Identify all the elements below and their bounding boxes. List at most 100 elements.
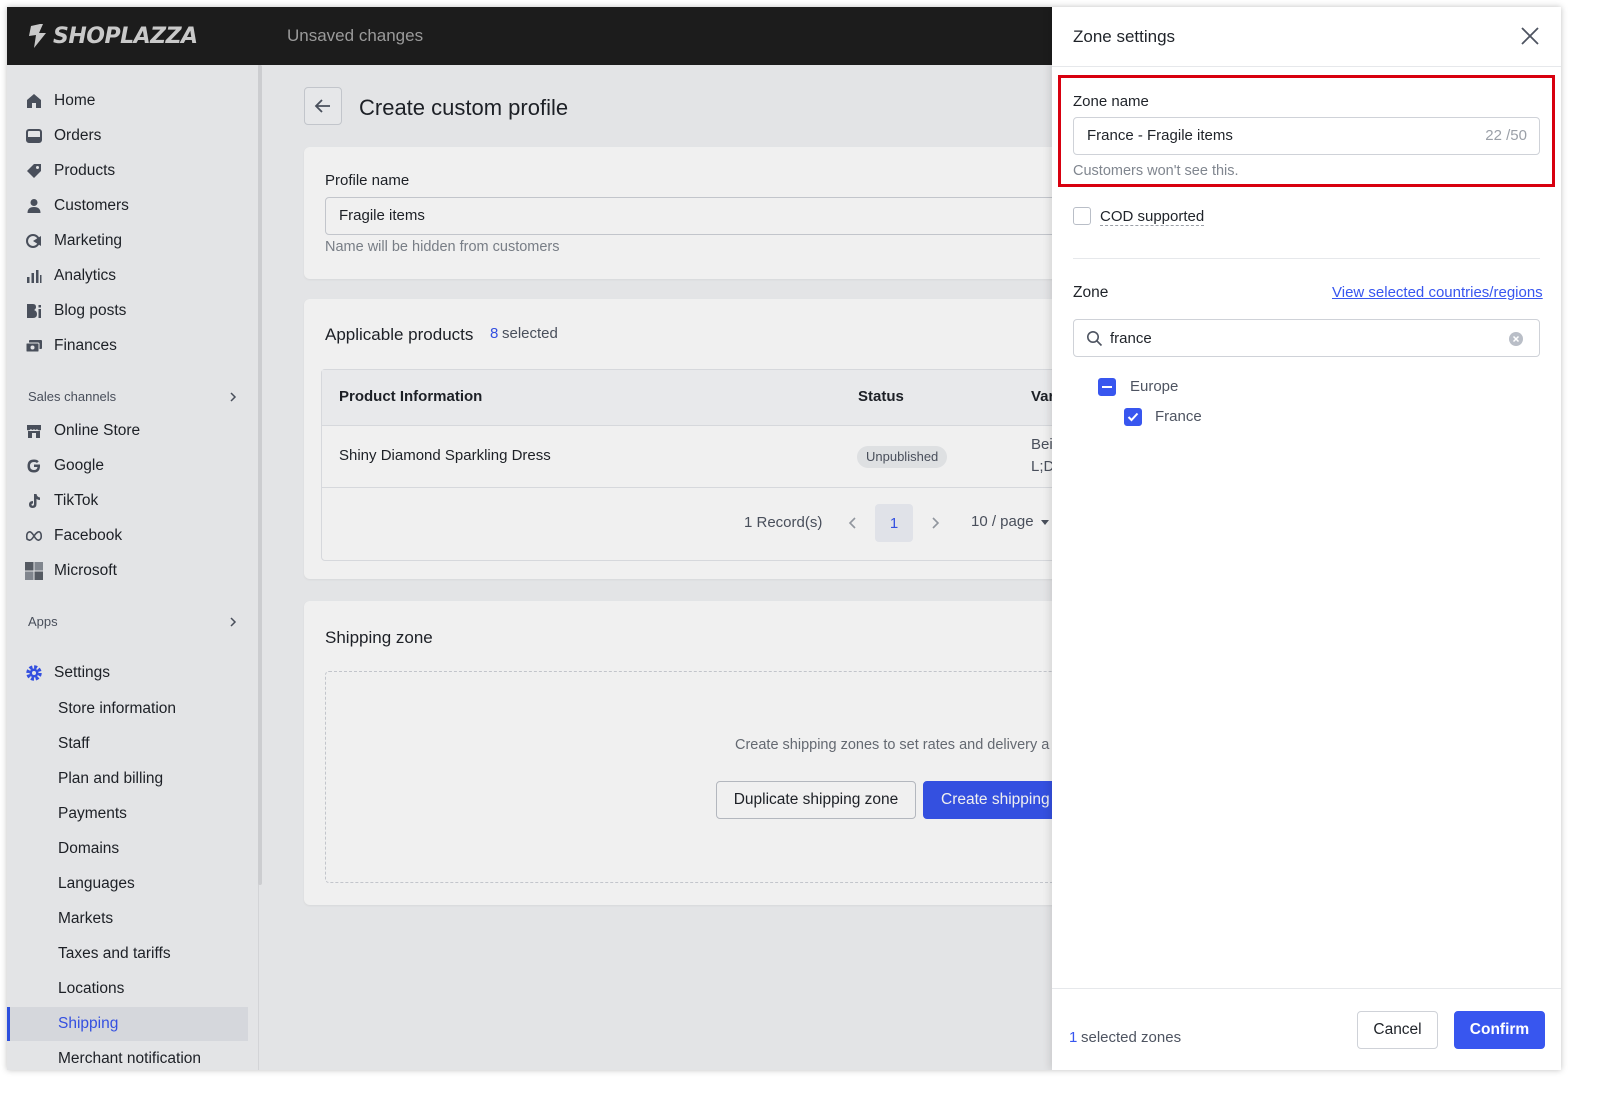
page-size-select[interactable]: 10 / page [971, 513, 1050, 530]
sidebar-item-customers[interactable]: Customers [25, 191, 129, 221]
clear-icon[interactable] [1508, 331, 1524, 347]
sidebar-item-blog-posts[interactable]: Blog posts [25, 296, 126, 326]
settings-item-staff[interactable]: Staff [58, 735, 90, 753]
profile-name-label: Profile name [325, 172, 410, 189]
sidebar-item-label: Settings [54, 664, 111, 681]
cod-supported-checkbox[interactable] [1073, 207, 1091, 225]
settings-item-plan-and-billing[interactable]: Plan and billing [58, 770, 163, 788]
drawer-header: Zone settings [1052, 7, 1561, 67]
page-size-value: 10 / page [971, 513, 1034, 530]
column-header-product-information: Product Information [339, 388, 483, 405]
settings-item-taxes-and-tariffs[interactable]: Taxes and tariffs [58, 945, 171, 963]
selected-suffix: selected [502, 325, 558, 342]
zone-settings-drawer: Zone settings Zone name France - Fragile… [1052, 7, 1561, 1070]
sidebar-item-orders[interactable]: Orders [25, 121, 101, 151]
zone-name-input[interactable]: France - Fragile items 22 /50 [1073, 117, 1540, 155]
sales-channels-label: Sales channels [28, 389, 117, 404]
divider [1073, 258, 1540, 259]
logo-text: SHOPLAZZA [53, 23, 198, 49]
status-badge: Unpublished [857, 446, 948, 468]
shipping-zone-card: Shipping zone Create shipping zones to s… [304, 601, 1085, 905]
column-header-variants: Var [1031, 388, 1055, 405]
sidebar-item-label: Microsoft [54, 562, 117, 579]
inbox-icon [25, 127, 43, 145]
settings-item-store-information[interactable]: Store information [58, 700, 176, 718]
sidebar-item-label: Products [54, 162, 116, 179]
table-row[interactable]: Shiny Diamond Sparkling Dress Unpublishe… [322, 426, 1080, 488]
products-table: Product Information Status Var Shiny Dia… [321, 369, 1081, 561]
shipping-zone-title: Shipping zone [325, 628, 433, 647]
product-name: Shiny Diamond Sparkling Dress [339, 447, 551, 464]
sidebar-item-label: Online Store [54, 422, 141, 439]
meta-icon [25, 527, 43, 545]
back-button[interactable] [304, 87, 342, 125]
search-value: france [1110, 330, 1152, 347]
selected-zones-count: 1 [1069, 1029, 1078, 1046]
confirm-button[interactable]: Confirm [1454, 1011, 1545, 1049]
chevron-right-icon[interactable] [228, 392, 238, 402]
cod-supported-label[interactable]: COD supported [1100, 208, 1205, 226]
tag-icon [25, 162, 43, 180]
sidebar-item-online-store[interactable]: Online Store [25, 416, 140, 446]
selected-zones-suffix: selected zones [1081, 1029, 1182, 1046]
zone-label: Zone [1073, 284, 1109, 301]
close-icon[interactable] [1519, 25, 1541, 47]
shoplazza-logo[interactable]: SHOPLAZZA [27, 21, 198, 51]
store-icon [25, 422, 43, 440]
home-icon [25, 92, 43, 110]
sidebar-item-settings[interactable]: Settings [25, 658, 110, 688]
chevron-right-icon[interactable] [228, 617, 238, 627]
europe-checkbox-indeterminate[interactable] [1098, 378, 1116, 396]
table-header: Product Information Status Var [322, 370, 1080, 426]
active-item-highlight [7, 1007, 248, 1041]
profile-name-hint: Name will be hidden from customers [325, 239, 560, 255]
sidebar-item-label: Marketing [54, 232, 123, 249]
cancel-button[interactable]: Cancel [1357, 1011, 1438, 1049]
sidebar-item-label: Home [54, 92, 96, 109]
sidebar-item-label: Google [54, 457, 104, 474]
chevron-right-icon[interactable] [929, 516, 941, 530]
settings-item-payments[interactable]: Payments [58, 805, 127, 823]
applicable-products-title: Applicable products [325, 325, 474, 344]
sidebar-item-label: Blog posts [54, 302, 127, 319]
settings-item-shipping[interactable]: Shipping [58, 1015, 118, 1033]
chevron-left-icon[interactable] [847, 516, 859, 530]
sidebar-item-microsoft[interactable]: Microsoft [25, 556, 117, 586]
sidebar-item-tiktok[interactable]: TikTok [25, 486, 98, 516]
zone-name-label: Zone name [1073, 93, 1149, 110]
sidebar-item-facebook[interactable]: Facebook [25, 521, 122, 551]
region-europe-label[interactable]: Europe [1130, 378, 1178, 395]
shipping-zone-empty-text: Create shipping zones to set rates and d… [735, 737, 1050, 753]
profile-name-input[interactable]: Fragile items [325, 197, 1084, 235]
duplicate-shipping-zone-button[interactable]: Duplicate shipping zone [716, 781, 916, 819]
settings-item-locations[interactable]: Locations [58, 980, 124, 998]
search-icon [1087, 331, 1103, 347]
selected-count[interactable]: 8 [490, 325, 498, 342]
sidebar-item-finances[interactable]: Finances [25, 331, 117, 361]
view-selected-countries-link[interactable]: View selected countries/regions [1332, 284, 1543, 301]
app-window: SHOPLAZZA Unsaved changes Home Orders Pr… [7, 7, 1561, 1070]
sidebar-item-analytics[interactable]: Analytics [25, 261, 116, 291]
country-france-label[interactable]: France [1155, 408, 1202, 425]
france-checkbox[interactable] [1124, 408, 1142, 426]
sidebar-item-marketing[interactable]: Marketing [25, 226, 122, 256]
settings-item-merchant-notification[interactable]: Merchant notification [58, 1050, 201, 1068]
sidebar-item-products[interactable]: Products [25, 156, 115, 186]
minus-icon [1102, 385, 1112, 389]
sidebar-item-label: Analytics [54, 267, 117, 284]
sidebar-item-home[interactable]: Home [25, 86, 95, 116]
zone-search-input[interactable]: france [1073, 319, 1540, 357]
blog-icon [25, 302, 43, 320]
settings-item-languages[interactable]: Languages [58, 875, 135, 893]
pagination-page-1[interactable]: 1 [875, 504, 913, 542]
sidebar-item-label: Orders [54, 127, 102, 144]
settings-item-markets[interactable]: Markets [58, 910, 113, 928]
sidebar-item-google[interactable]: Google [25, 451, 104, 481]
arrow-left-icon [314, 99, 330, 113]
sidebar-item-label: Facebook [54, 527, 123, 544]
sidebar-scrollbar[interactable] [258, 65, 262, 885]
settings-item-domains[interactable]: Domains [58, 840, 119, 858]
drawer-title: Zone settings [1073, 27, 1176, 46]
gear-icon [25, 664, 43, 682]
microsoft-icon [25, 562, 43, 580]
